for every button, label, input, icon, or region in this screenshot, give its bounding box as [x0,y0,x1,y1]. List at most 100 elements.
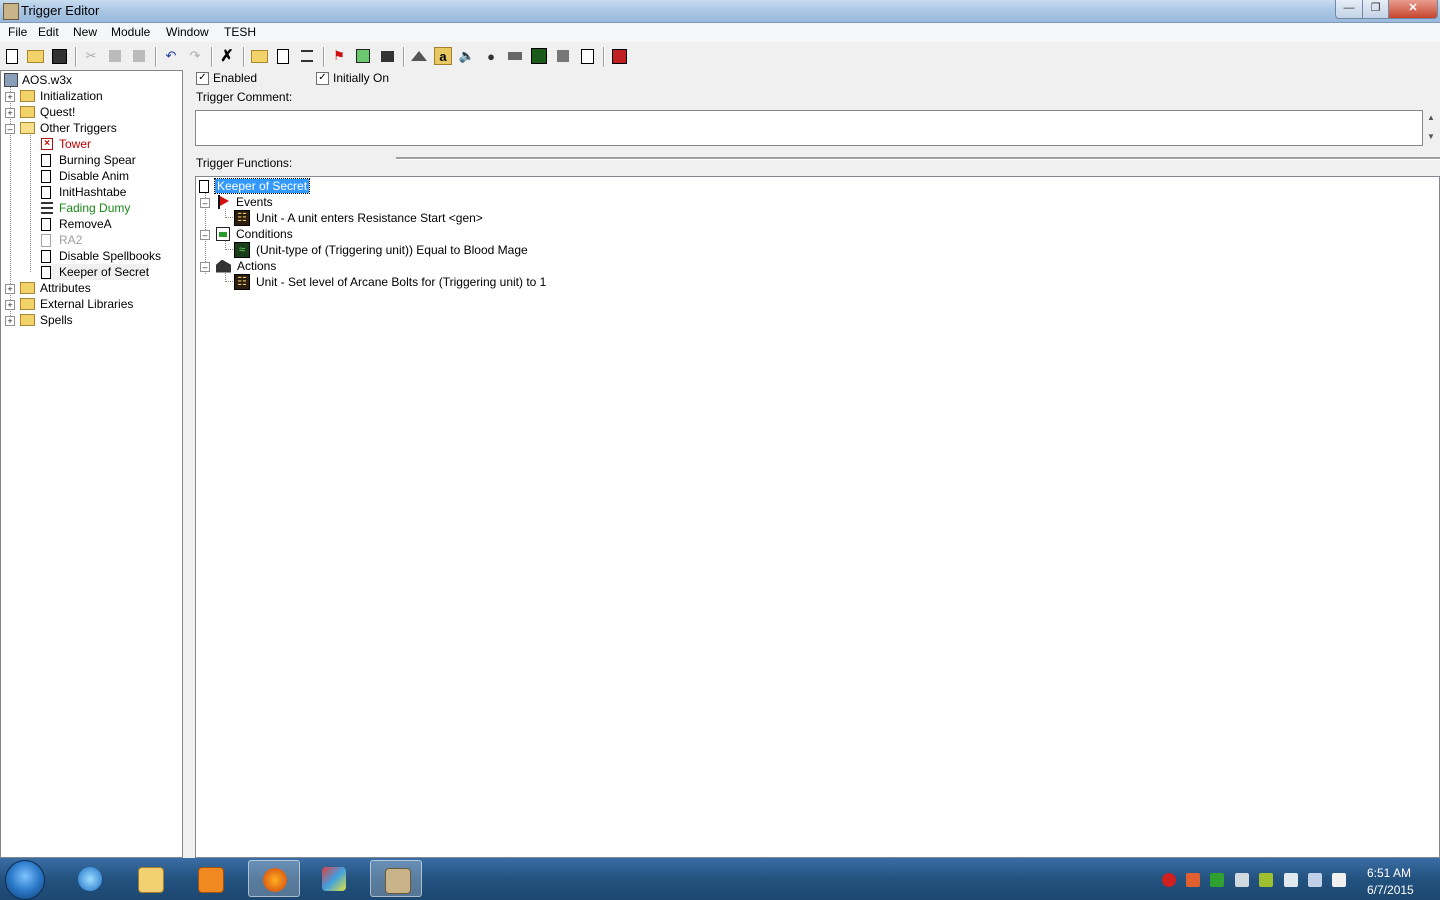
redo-icon[interactable]: ↷ [186,47,204,65]
object-editor-icon[interactable]: ● [482,47,500,65]
taskbar-paint[interactable] [308,860,360,897]
test-map-icon[interactable] [610,47,628,65]
trigger-icon [41,265,51,279]
delete-icon[interactable]: ✗ [218,47,236,65]
terrain-editor-icon[interactable] [410,47,428,65]
collapse-other-triggers-icon[interactable]: – [5,124,15,134]
actions-node[interactable]: Actions [216,258,276,274]
start-button[interactable] [5,860,45,900]
tray-app-icon[interactable] [1259,873,1273,887]
cut-icon[interactable]: ✂ [82,47,100,65]
taskbar-firefox[interactable] [248,860,300,897]
trigger-tree-panel[interactable]: AOS.w3x Initialization + Quest! + Other … [0,70,183,858]
action-icon [216,259,231,273]
tree-folder-external-libraries[interactable]: External Libraries [20,296,133,312]
menu-window[interactable]: Window [166,25,209,39]
initially-on-checkbox[interactable]: ✓ [316,72,329,85]
tree-folder-other-triggers[interactable]: Other Triggers [20,120,117,136]
tray-network-icon[interactable] [1284,873,1298,887]
expand-spells-icon[interactable]: + [5,316,15,326]
condition-item[interactable]: ≈ (Unit-type of (Triggering unit)) Equal… [234,242,528,258]
toolbar: ✂ ↶ ↷ ✗ ⚑ a 🔈 ● [0,44,1440,70]
panel-splitter[interactable] [184,70,192,858]
minimize-button[interactable]: — [1335,0,1363,19]
tree-trigger-disable-anim[interactable]: Disable Anim [41,168,129,184]
action-item[interactable]: ☷ Unit - Set level of Arcane Bolts for (… [234,274,546,290]
copy-icon[interactable] [106,47,124,65]
tree-trigger-tower[interactable]: × Tower [41,136,91,152]
tree-trigger-keeper-of-secret[interactable]: Keeper of Secret [41,264,150,280]
expand-external-libraries-icon[interactable]: + [5,300,15,310]
menu-file[interactable]: File [8,25,27,39]
paste-icon[interactable] [130,47,148,65]
world-editor-app-icon [3,3,19,20]
collapse-actions-icon[interactable]: – [200,262,210,272]
new-event-icon[interactable]: ⚑ [330,47,348,65]
expand-quest-icon[interactable]: + [5,108,15,118]
comment-scroll-up-icon[interactable]: ▲ [1427,113,1435,122]
event-item[interactable]: ☷ Unit - A unit enters Resistance Start … [234,210,483,226]
expand-attributes-icon[interactable]: + [5,284,15,294]
menu-module[interactable]: Module [111,25,150,39]
tray-speaker-mute-icon[interactable] [1186,873,1200,887]
tray-sync-icon[interactable] [1210,873,1224,887]
menu-edit[interactable]: Edit [38,25,59,39]
sound-editor-icon[interactable]: 🔈 [458,47,476,65]
function-root[interactable]: Keeper of Secret [199,178,311,194]
object-manager-icon[interactable] [554,47,572,65]
trigger-editor-icon[interactable]: a [434,47,452,65]
menu-tesh[interactable]: TESH [224,25,256,39]
trigger-icon [41,249,51,263]
open-icon[interactable] [26,47,44,65]
trigger-label: Tower [59,137,92,151]
enabled-checkbox[interactable]: ✓ [196,72,209,85]
tree-folder-initialization[interactable]: Initialization [20,88,103,104]
trigger-comment-input[interactable] [195,110,1423,146]
tree-trigger-inithashtabe[interactable]: InitHashtabe [41,184,126,200]
clock-time[interactable]: 6:51 AM [1367,866,1411,880]
close-button[interactable]: ✕ [1388,0,1438,19]
tree-folder-spells[interactable]: Spells [20,312,73,328]
collapse-events-icon[interactable]: – [200,198,210,208]
new-category-icon[interactable] [250,47,268,65]
new-comment-icon[interactable] [298,47,316,65]
tray-volume-icon[interactable] [1235,873,1249,887]
tray-action-center-icon[interactable] [1332,873,1346,887]
tray-error-icon[interactable] [1162,873,1176,887]
new-condition-icon[interactable] [354,47,372,65]
taskbar-media-player[interactable] [184,860,236,897]
save-icon[interactable] [50,47,68,65]
tree-folder-attributes[interactable]: Attributes [20,280,91,296]
clock-date[interactable]: 6/7/2015 [1367,883,1414,897]
menu-new[interactable]: New [73,25,97,39]
trigger-functions-tree[interactable]: Keeper of Secret – Events ☷ Unit - A uni… [195,176,1440,858]
events-node[interactable]: Events [216,194,273,210]
comment-scroll-down-icon[interactable]: ▼ [1427,132,1435,141]
campaign-editor-icon[interactable] [506,47,524,65]
taskbar-file-explorer[interactable] [124,860,176,897]
events-label: Events [236,195,273,209]
new-action-icon[interactable] [378,47,396,65]
folder-label: Attributes [40,281,91,295]
ai-editor-icon[interactable] [530,47,548,65]
tree-trigger-ra2[interactable]: RA2 [41,232,82,248]
undo-icon[interactable]: ↶ [162,47,180,65]
tree-trigger-fading-dumy[interactable]: Fading Dumy [41,200,130,216]
map-icon [4,73,18,87]
new-trigger-icon[interactable] [274,47,292,65]
tree-folder-quest[interactable]: Quest! [20,104,75,120]
new-map-icon[interactable] [3,47,21,65]
tray-device-icon[interactable] [1308,873,1322,887]
tree-trigger-removea[interactable]: RemoveA [41,216,112,232]
tree-trigger-burning-spear[interactable]: Burning Spear [41,152,136,168]
taskbar-internet-explorer[interactable] [64,860,116,897]
tree-root[interactable]: AOS.w3x [4,72,72,88]
conditions-node[interactable]: Conditions [216,226,293,242]
collapse-conditions-icon[interactable]: – [200,230,210,240]
maximize-button[interactable]: ❐ [1362,0,1389,19]
tree-trigger-disable-spellbooks[interactable]: Disable Spellbooks [41,248,161,264]
expand-initialization-icon[interactable]: + [5,92,15,102]
taskbar-world-editor[interactable] [370,860,422,897]
taskbar [0,858,1440,900]
import-manager-icon[interactable] [578,47,596,65]
